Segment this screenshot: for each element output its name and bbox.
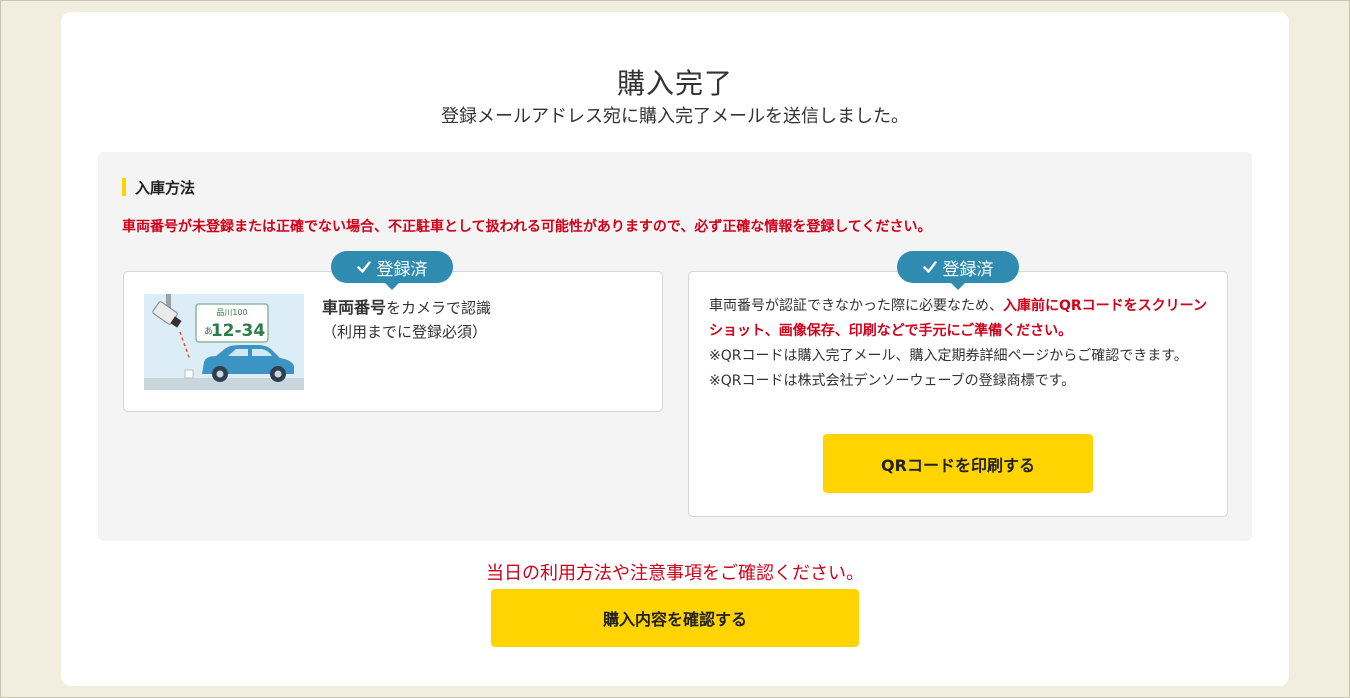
plate-recognition-panel: 登録済 品川100 あ 12-34 車両番号をカメラで認識 （利用までに登録必須… xyxy=(123,251,663,412)
usage-notice: 当日の利用方法や注意事項をご確認ください。 xyxy=(486,563,864,584)
check-icon xyxy=(922,261,937,273)
qr-code-panel: 登録済 車両番号が認証できなかった際に必要なため、入庫前にQRコードをスクリーン… xyxy=(688,251,1228,517)
badge-label: 登録済 xyxy=(376,259,428,280)
qr-note-1: ※QRコードは購入完了メール、購入定期券詳細ページからご確認できます。 xyxy=(709,348,1188,364)
page-subtitle: 登録メールアドレス宛に購入完了メールを送信しました。 xyxy=(441,106,909,127)
plate-text-bold: 車両番号 xyxy=(322,298,387,317)
page-title: 購入完了 xyxy=(616,67,733,100)
plate-recognition-text: 車両番号をカメラで認識 （利用までに登録必須） xyxy=(322,296,491,344)
section-accent-bar xyxy=(122,178,126,196)
badge-label: 登録済 xyxy=(942,259,994,280)
confirm-purchase-button[interactable]: 購入内容を確認する xyxy=(491,589,859,647)
registered-badge: 登録済 xyxy=(331,251,453,290)
qr-note-2: ※QRコードは株式会社デンソーウェーブの登録商標です。 xyxy=(709,373,1076,389)
camera-plate-illustration: 品川100 あ 12-34 xyxy=(144,294,304,390)
qr-instructions: 車両番号が認証できなかった際に必要なため、入庫前にQRコードをスクリーンショット… xyxy=(709,294,1209,394)
warning-message: 車両番号が未登録または正確でない場合、不正駐車として扱われる可能性がありますので… xyxy=(122,219,932,235)
registered-badge: 登録済 xyxy=(897,251,1019,290)
qr-line-plain: 車両番号が認証できなかった際に必要なため、 xyxy=(709,298,1003,314)
svg-text:12-34: 12-34 xyxy=(211,321,266,341)
section-title: 入庫方法 xyxy=(135,178,196,197)
plate-text-note: （利用までに登録必須） xyxy=(322,323,488,341)
print-qr-button[interactable]: QRコードを印刷する xyxy=(823,434,1093,493)
plate-text-rest: をカメラで認識 xyxy=(386,299,492,317)
section-heading: 入庫方法 xyxy=(122,178,196,197)
main-card: 購入完了 登録メールアドレス宛に購入完了メールを送信しました。 入庫方法 車両番… xyxy=(61,12,1289,686)
svg-text:品川100: 品川100 xyxy=(216,308,247,317)
check-icon xyxy=(356,261,371,273)
entry-method-section: 入庫方法 車両番号が未登録または正確でない場合、不正駐車として扱われる可能性があ… xyxy=(98,152,1252,541)
